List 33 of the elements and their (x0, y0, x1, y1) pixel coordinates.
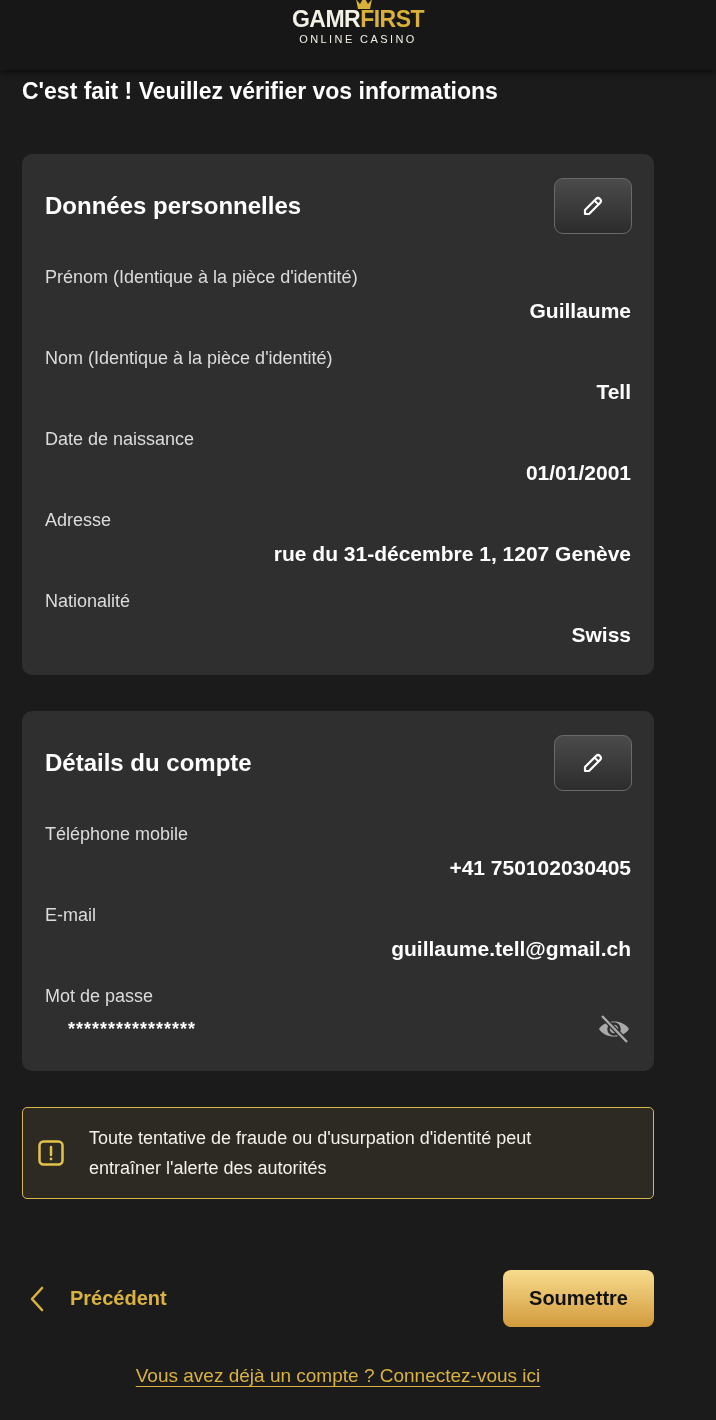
field-label: Nom (Identique à la pièce d'identité) (45, 347, 333, 370)
eye-off-icon[interactable] (597, 1014, 631, 1044)
card-heading: Détails du compte (45, 748, 252, 778)
field-label: Date de naissance (45, 428, 195, 451)
page-title: C'est fait ! Veuillez vérifier vos informations (22, 77, 499, 106)
edit-button[interactable] (554, 178, 632, 234)
edit-button[interactable] (554, 735, 632, 791)
field-label: Mot de passe (45, 985, 154, 1008)
exclamation-icon (38, 1140, 64, 1166)
field-label: Téléphone mobile (45, 823, 189, 846)
field-value: rue du 31-décembre 1, 1207 Genève (273, 541, 631, 567)
pencil-icon (582, 752, 604, 774)
field-value: guillaume.tell@gmail.ch (391, 936, 631, 962)
password-value: **************** (68, 1018, 197, 1041)
field-value: +41 750102030405 (449, 855, 631, 881)
field-label: E-mail (45, 904, 96, 927)
pencil-icon (582, 195, 604, 217)
back-button[interactable]: Précédent (22, 1281, 167, 1316)
field-label: Nationalité (45, 590, 131, 613)
field-value: Guillaume (529, 298, 631, 324)
field-label: Adresse (45, 509, 112, 532)
field-value: 01/01/2001 (525, 460, 631, 486)
warning-text: Toute tentative de fraude ou d'usurpation d'identité peut entraîner l'alerte des autorités (89, 1127, 533, 1180)
field-value: Tell (596, 379, 631, 405)
login-link[interactable]: Vous avez déjà un compte ? Connectez-vous ici (135, 1363, 541, 1389)
field-value: Swiss (571, 622, 631, 648)
field-label: Prénom (Identique à la pièce d'identité) (45, 266, 358, 289)
chevron-left-icon (30, 1285, 44, 1312)
submit-button[interactable]: Soumettre (503, 1270, 654, 1327)
crown-icon (354, 0, 373, 9)
logo-wordmark: GAMRFIRST (291, 7, 425, 31)
logo-tagline: ONLINE CASINO (299, 32, 417, 46)
card-heading: Données personnelles (45, 191, 302, 221)
